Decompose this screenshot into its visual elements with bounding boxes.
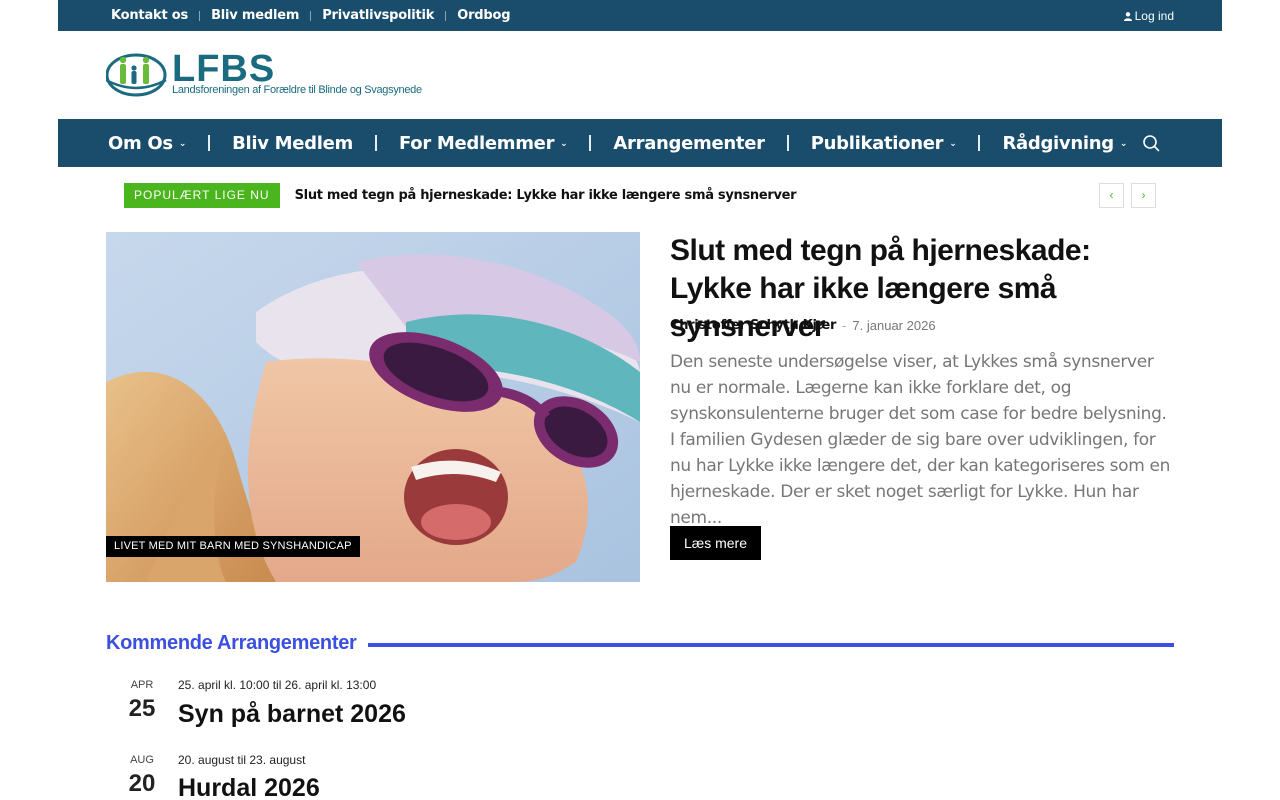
prev-arrow-button[interactable]: ‹	[1099, 183, 1124, 208]
chevron-down-icon: ⌄	[1119, 139, 1128, 149]
nav-item-for-medlemmer[interactable]: For Medlemmer ⌄	[399, 132, 568, 154]
main-nav: Om Os ⌄ Bliv Medlem For Medlemmer ⌄ Arra…	[58, 119, 1222, 167]
event-title[interactable]: Syn på barnet 2026	[178, 700, 406, 729]
site-logo[interactable]: LFBS Landsforeningen af Forældre til Bli…	[106, 48, 422, 100]
user-icon	[1123, 11, 1132, 21]
login-link[interactable]: Log ind	[1123, 9, 1174, 23]
nav-divider	[978, 135, 981, 151]
child-photo-illustration	[106, 232, 640, 582]
nav-item-bliv-medlem[interactable]: Bliv Medlem	[232, 133, 353, 154]
nav-divider	[786, 135, 789, 151]
meta-separator: -	[842, 318, 847, 333]
events-heading-rule	[368, 643, 1174, 647]
event-day: 25	[128, 695, 156, 722]
trending-arrows: ‹ ›	[1099, 183, 1156, 208]
hero-excerpt: Den seneste undersøgelse viser, at Lykke…	[670, 352, 1171, 528]
trending-headline[interactable]: Slut med tegn på hjerneskade: Lykke har …	[295, 188, 797, 203]
event-day: 20	[128, 770, 156, 797]
nav-item-arrangementer[interactable]: Arrangementer	[613, 132, 765, 154]
login-label: Log ind	[1134, 9, 1174, 23]
nav-item-publikationer[interactable]: Publikationer ⌄	[811, 133, 957, 154]
trending-bar: POPULÆRT LIGE NU Slut med tegn på hjerne…	[124, 183, 797, 208]
post-date: 7. januar 2026	[852, 318, 936, 333]
nav-divider	[375, 135, 377, 151]
chevron-down-icon: ⌄	[178, 139, 187, 149]
family-logo-icon	[106, 53, 167, 97]
chevron-down-icon: ⌄	[560, 139, 568, 149]
nav-label: Rådgivning	[1002, 132, 1114, 154]
link-privatlivspolitik[interactable]: Privatlivspolitik	[322, 8, 434, 23]
nav-label: Publikationer	[810, 132, 944, 154]
next-arrow-button[interactable]: ›	[1131, 183, 1156, 208]
divider	[445, 10, 447, 21]
nav-label: Arrangementer	[613, 132, 765, 154]
events-heading: Kommende Arrangementer	[106, 632, 357, 654]
author-name[interactable]: Christoffer Schyth Kjær	[670, 318, 836, 333]
top-links: Kontakt os Bliv medlem Privatlivspolitik…	[111, 0, 511, 31]
event-datetime: 25. april kl. 10:00 til 26. april kl. 13…	[178, 678, 377, 692]
chevron-down-icon: ⌄	[949, 139, 957, 149]
hero-category-tag[interactable]: LIVET MED MIT BARN MED SYNSHANDICAP	[106, 536, 360, 557]
event-title[interactable]: Hurdal 2026	[178, 774, 320, 800]
read-more-button[interactable]: Læs mere	[670, 526, 761, 560]
link-ordbog[interactable]: Ordbog	[457, 8, 510, 23]
hero-image[interactable]	[106, 232, 640, 582]
hero-meta: Christoffer Schyth Kjær - 7. januar 2026	[670, 318, 936, 333]
divider	[310, 10, 312, 21]
trending-tag: POPULÆRT LIGE NU	[124, 183, 280, 208]
event-month: APR	[130, 679, 154, 691]
link-kontakt[interactable]: Kontakt os	[111, 8, 188, 23]
nav-item-om-os[interactable]: Om Os ⌄	[108, 133, 186, 154]
logo-tagline: Landsforeningen af Forældre til Blinde o…	[172, 84, 422, 96]
event-datetime: 20. august til 23. august	[178, 753, 306, 767]
nav-divider	[589, 135, 592, 151]
event-month: AUG	[130, 754, 154, 766]
nav-item-raadgivning[interactable]: Rådgivning ⌄	[1002, 133, 1127, 154]
nav-label: Bliv Medlem	[232, 132, 353, 154]
top-bar: Kontakt os Bliv medlem Privatlivspolitik…	[58, 0, 1222, 31]
nav-label: For Medlemmer	[399, 132, 555, 154]
search-icon[interactable]	[1142, 134, 1160, 152]
divider	[199, 10, 201, 21]
nav-divider	[208, 135, 211, 151]
nav-label: Om Os	[108, 132, 173, 154]
link-bliv-medlem[interactable]: Bliv medlem	[211, 8, 299, 23]
